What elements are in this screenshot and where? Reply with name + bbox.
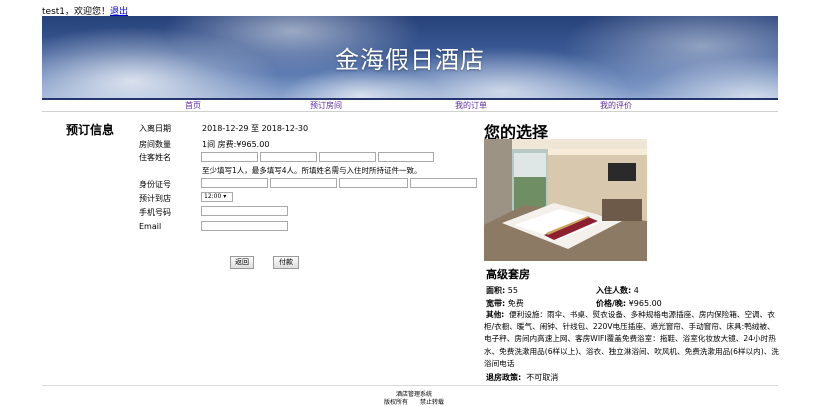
room-broadband: 宽带: 免费 [486,298,524,309]
nav-underline [42,111,778,112]
email-input[interactable] [201,221,288,231]
policy-label: 退房政策: [486,373,522,382]
footer-copyright: 版权所有 禁止转载 [0,397,828,406]
id-number-input-2[interactable] [270,178,337,188]
guests-value: 4 [633,286,639,295]
guest-name-input-2[interactable] [260,152,317,162]
footer-divider [42,385,778,386]
phone-input[interactable] [201,206,288,216]
room-area: 面积: 55 [486,285,518,296]
broadband-label: 宽带: [486,299,506,308]
guest-name-hint: 至少填写1人，最多填写4人。所填姓名需与入住时所持证件一致。 [202,166,422,175]
id-number-input-1[interactable] [201,178,268,188]
room-photo [484,139,647,261]
booking-heading: 预订信息 [66,123,115,137]
checkin-value: 2018-12-29 至 2018-12-30 [202,124,309,133]
main-nav: 首页 预订房间 我的订单 我的评价 [42,100,778,111]
arrival-time-select[interactable]: 12:00 ▾ [201,192,233,202]
guest-name-input-4[interactable] [378,152,434,162]
room-capacity: 入住人数: 4 [596,285,639,296]
phone-label: 手机号码 [139,208,171,217]
nav-book-room[interactable]: 预订房间 [310,100,342,111]
guests-label: 入住人数: [596,286,632,295]
other-label: 其他: [486,310,505,319]
guest-name-label: 住客姓名 [139,153,171,162]
rooms-value: 1间 房费:¥965.00 [202,140,270,149]
room-amenities: 其他: 便利设施：雨伞、书桌、熨衣设备、多种规格电源插座、房内保险箱、空调、衣柜… [484,309,779,370]
pay-button[interactable]: 付款 [273,256,299,269]
hotel-banner: 金海假日酒店 [42,16,778,98]
room-price: 价格/晚: ¥965.00 [596,298,662,309]
id-number-input-3[interactable] [339,178,408,188]
area-label: 面积: [486,286,506,295]
arrival-time-value: 12:00 [204,193,222,200]
checkin-label: 入离日期 [139,124,171,133]
nav-my-reviews[interactable]: 我的评价 [600,100,632,111]
room-photo-image [484,139,647,261]
room-name: 高级套房 [486,268,530,281]
other-value: 便利设施：雨伞、书桌、熨衣设备、多种规格电源插座、房内保险箱、空调、衣柜/衣橱、… [484,310,779,368]
back-button[interactable]: 返回 [230,256,254,269]
footer-rights: 版权所有 [383,399,408,406]
nav-my-orders[interactable]: 我的订单 [455,100,487,111]
policy-value: 不可取消 [526,373,559,382]
arrival-time-label: 预计到店 [139,194,171,203]
guest-name-input-3[interactable] [319,152,376,162]
guest-name-input-1[interactable] [201,152,258,162]
broadband-value: 免费 [507,299,524,308]
email-label: Email [139,222,162,231]
hotel-name: 金海假日酒店 [335,46,485,74]
price-value: ¥965.00 [628,299,662,308]
chevron-down-icon: ▾ [223,193,227,200]
price-label: 价格/晚: [596,299,627,308]
rooms-label: 房间数量 [139,140,171,149]
id-number-input-4[interactable] [410,178,477,188]
footer-no-repost: 禁止转载 [420,399,445,406]
area-value: 55 [507,286,518,295]
nav-home[interactable]: 首页 [185,100,201,111]
cancel-policy: 退房政策: 不可取消 [486,372,558,383]
id-number-label: 身份证号 [139,180,171,189]
